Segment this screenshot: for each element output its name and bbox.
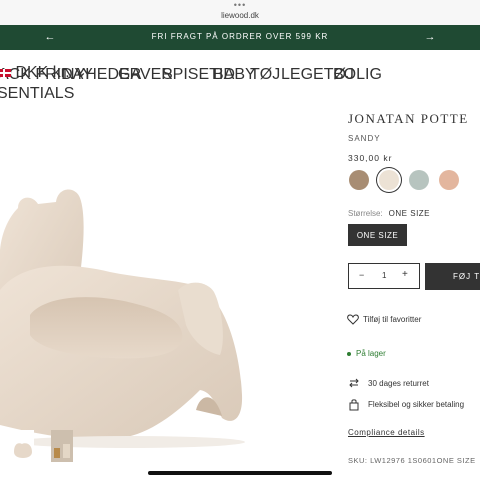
browser-dots[interactable]: •••	[0, 1, 480, 10]
color-swatch-peach[interactable]	[439, 170, 459, 190]
add-to-cart-button[interactable]: FØJ TIL	[425, 263, 480, 290]
payment-info: Fleksibel og sikker betaling	[348, 398, 464, 411]
add-to-favorites-link[interactable]: Tilføj til favoritter	[347, 314, 421, 325]
home-indicator	[148, 471, 332, 475]
stock-status: På lager	[347, 349, 386, 358]
compliance-details-link[interactable]: Compliance details	[348, 428, 425, 437]
favorites-label: Tilføj til favoritter	[363, 315, 422, 324]
currency-label: DKK kr.	[15, 64, 70, 81]
product-price: 330,00 kr	[348, 153, 393, 163]
size-label-text: Størrelse:	[348, 209, 383, 218]
returns-label: 30 dages returret	[368, 378, 429, 388]
quantity-decrease-button[interactable]: −	[359, 270, 364, 280]
color-swatch-sandy[interactable]	[379, 170, 399, 190]
payment-label: Fleksibel og sikker betaling	[368, 400, 465, 409]
stock-label: På lager	[356, 349, 386, 358]
product-image[interactable]	[0, 180, 250, 450]
size-label: Størrelse: ONE SIZE	[348, 209, 430, 218]
quantity-stepper: − 1 +	[348, 263, 420, 289]
quantity-increase-button[interactable]: +	[402, 269, 408, 280]
currency-selector[interactable]: DKK kr. ⌄	[0, 62, 480, 102]
announcement-bar: ← FRI FRAGT PÅ ORDRER OVER 599 KR →	[0, 25, 480, 50]
returns-info: 30 dages returret	[348, 377, 429, 389]
return-arrows-icon	[349, 378, 359, 388]
product-title: JONATAN POTTE	[348, 111, 469, 126]
address-bar-url[interactable]: liewood.dk	[0, 11, 480, 20]
heart-icon	[347, 314, 359, 325]
browser-top-bar: ••• liewood.dk	[0, 0, 480, 25]
quantity-value[interactable]: 1	[382, 271, 386, 280]
thumbnail-product[interactable]	[12, 430, 34, 462]
danish-flag-icon	[0, 69, 11, 77]
color-swatch-sage[interactable]	[409, 170, 429, 190]
color-swatch-mustard-brown[interactable]	[349, 170, 369, 190]
announcement-next-arrow-icon[interactable]: →	[423, 30, 437, 44]
product-sku: SKU: LW12976 1S0601ONE SIZE	[348, 456, 476, 465]
product-variant: SANDY	[348, 134, 381, 143]
thumbnail-lifestyle[interactable]	[51, 430, 73, 462]
in-stock-dot-icon	[347, 351, 351, 356]
lock-icon	[349, 399, 359, 411]
announcement-text: FRI FRAGT PÅ ORDRER OVER 599 KR	[151, 32, 329, 41]
chevron-down-icon: ⌄	[74, 64, 88, 81]
size-option-button[interactable]: ONE SIZE	[348, 224, 407, 246]
size-value: ONE SIZE	[388, 209, 431, 218]
